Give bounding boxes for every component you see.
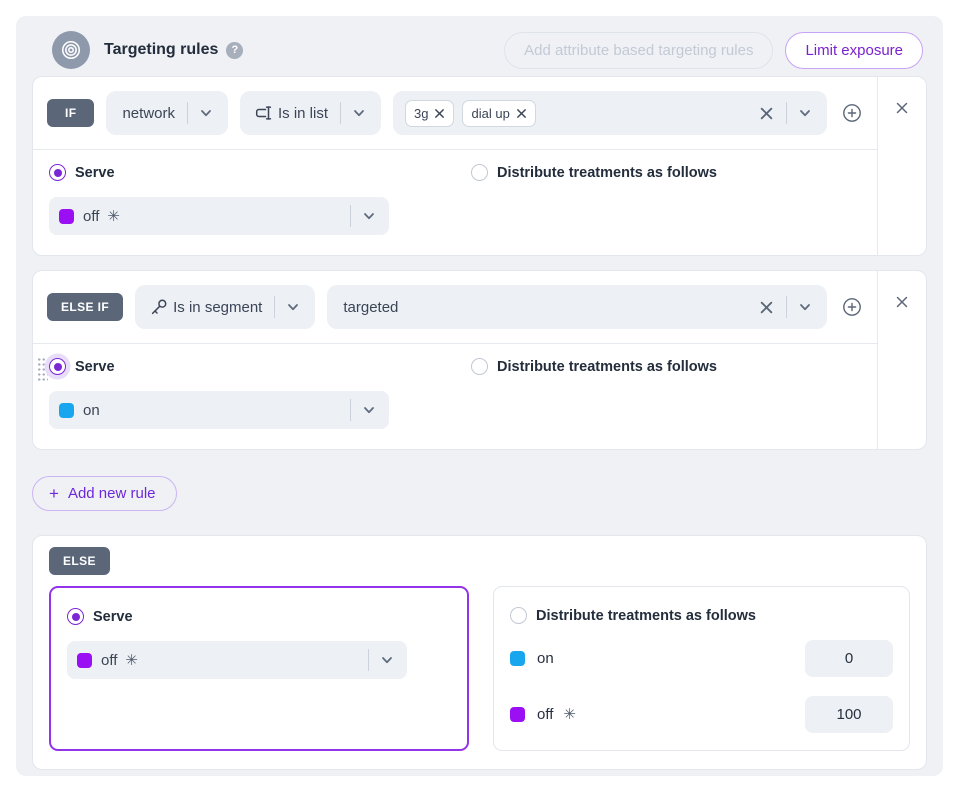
- section-header: Targeting rules ? Add attribute based ta…: [32, 24, 927, 76]
- add-new-rule-button[interactable]: + Add new rule: [32, 476, 177, 511]
- serve-label: Serve: [75, 165, 115, 181]
- segment-input[interactable]: [339, 299, 751, 316]
- rule-condition-row: IF network: [33, 77, 877, 150]
- rule-serve-section: Serve Distribute treatments as follows o…: [33, 344, 877, 449]
- remove-chip-icon[interactable]: [434, 108, 445, 119]
- chevron-down-icon[interactable]: [797, 299, 813, 315]
- matcher-dropdown-value: Is in segment: [173, 299, 262, 316]
- value-chip-label: dial up: [471, 106, 509, 121]
- divider: [350, 205, 351, 227]
- rule-side-column: [877, 77, 926, 255]
- else-if-badge: ELSE IF: [47, 293, 123, 321]
- distribute-radio[interactable]: [471, 358, 488, 375]
- treatment-name: on: [83, 402, 100, 419]
- treatment-dropdown[interactable]: off ✳: [49, 197, 389, 235]
- serve-radio[interactable]: [49, 358, 66, 375]
- serve-radio[interactable]: [49, 164, 66, 181]
- default-treatment-icon: ✳: [125, 651, 138, 669]
- distribute-label: Distribute treatments as follows: [536, 608, 756, 624]
- value-chip-label: 3g: [414, 106, 428, 121]
- divider: [786, 102, 787, 124]
- attribute-dropdown-value: network: [122, 105, 175, 122]
- remove-chip-icon[interactable]: [516, 108, 527, 119]
- target-icon: [52, 31, 90, 69]
- rule-card-else-if: ELSE IF Is in segment: [32, 270, 927, 450]
- matcher-dropdown[interactable]: Is in list: [240, 91, 381, 135]
- chevron-down-icon[interactable]: [285, 299, 301, 315]
- serve-label: Serve: [93, 609, 133, 625]
- treatment-name: off: [83, 208, 99, 225]
- divider: [340, 102, 341, 124]
- chevron-down-icon[interactable]: [797, 105, 813, 121]
- matcher-dropdown[interactable]: Is in segment: [135, 285, 315, 329]
- string-matcher-icon: [254, 103, 274, 123]
- serve-label: Serve: [75, 359, 115, 375]
- segment-select-field[interactable]: [327, 285, 827, 329]
- chevron-down-icon[interactable]: [198, 105, 214, 121]
- clear-segment-icon[interactable]: [759, 300, 774, 315]
- distribution-percent-input[interactable]: [805, 696, 893, 733]
- treatment-color-swatch: [59, 403, 74, 418]
- distribution-row: off ✳: [510, 692, 893, 736]
- rule-condition-row: ELSE IF Is in segment: [33, 271, 877, 344]
- matcher-dropdown-value: Is in list: [278, 105, 328, 122]
- segment-key-icon: [149, 297, 169, 317]
- delete-rule-icon[interactable]: [891, 97, 913, 119]
- treatment-dropdown[interactable]: on: [49, 391, 389, 429]
- treatment-name: off: [537, 706, 553, 723]
- if-badge: IF: [47, 99, 94, 127]
- else-card: ELSE Serve off ✳: [32, 535, 927, 770]
- treatment-color-swatch: [510, 707, 525, 722]
- limit-exposure-button[interactable]: Limit exposure: [785, 32, 923, 69]
- divider: [350, 399, 351, 421]
- distribution-percent-input[interactable]: [805, 640, 893, 677]
- else-distribute-panel[interactable]: Distribute treatments as follows on off …: [493, 586, 910, 751]
- rule-card-if: IF network: [32, 76, 927, 256]
- default-treatment-icon: ✳: [107, 207, 120, 225]
- divider: [368, 649, 369, 671]
- else-badge: ELSE: [49, 547, 110, 575]
- rule-serve-section: Serve Distribute treatments as follows o…: [33, 150, 877, 255]
- attribute-dropdown[interactable]: network: [106, 91, 228, 135]
- distribute-radio[interactable]: [510, 607, 527, 624]
- distribution-row: on: [510, 636, 893, 680]
- help-icon[interactable]: ?: [226, 42, 243, 59]
- chevron-down-icon[interactable]: [379, 652, 395, 668]
- treatment-color-swatch: [59, 209, 74, 224]
- chevron-down-icon[interactable]: [351, 105, 367, 121]
- chevron-down-icon[interactable]: [361, 208, 377, 224]
- distribute-label: Distribute treatments as follows: [497, 165, 717, 181]
- distribute-label: Distribute treatments as follows: [497, 359, 717, 375]
- default-treatment-icon: ✳: [563, 705, 576, 723]
- treatment-name: on: [537, 650, 554, 667]
- add-condition-icon[interactable]: [841, 102, 863, 124]
- chevron-down-icon[interactable]: [361, 402, 377, 418]
- treatment-dropdown[interactable]: off ✳: [67, 641, 407, 679]
- else-serve-panel[interactable]: Serve off ✳: [49, 586, 469, 751]
- value-list-field[interactable]: 3g dial up: [393, 91, 827, 135]
- plus-icon: +: [49, 485, 59, 502]
- drag-handle[interactable]: [37, 357, 48, 381]
- distribute-radio[interactable]: [471, 164, 488, 181]
- delete-rule-icon[interactable]: [891, 291, 913, 313]
- divider: [187, 102, 188, 124]
- targeting-rules-section: Targeting rules ? Add attribute based ta…: [16, 16, 943, 776]
- treatment-color-swatch: [77, 653, 92, 668]
- rule-side-column: [877, 271, 926, 449]
- divider: [786, 296, 787, 318]
- page-title: Targeting rules: [104, 41, 218, 59]
- treatment-color-swatch: [510, 651, 525, 666]
- serve-radio[interactable]: [67, 608, 84, 625]
- add-condition-icon[interactable]: [841, 296, 863, 318]
- add-attribute-rules-button: Add attribute based targeting rules: [504, 32, 773, 69]
- value-chip: 3g: [405, 100, 454, 127]
- value-chip: dial up: [462, 100, 535, 127]
- add-new-rule-label: Add new rule: [68, 485, 156, 502]
- treatment-name: off: [101, 652, 117, 669]
- divider: [274, 296, 275, 318]
- clear-values-icon[interactable]: [759, 106, 774, 121]
